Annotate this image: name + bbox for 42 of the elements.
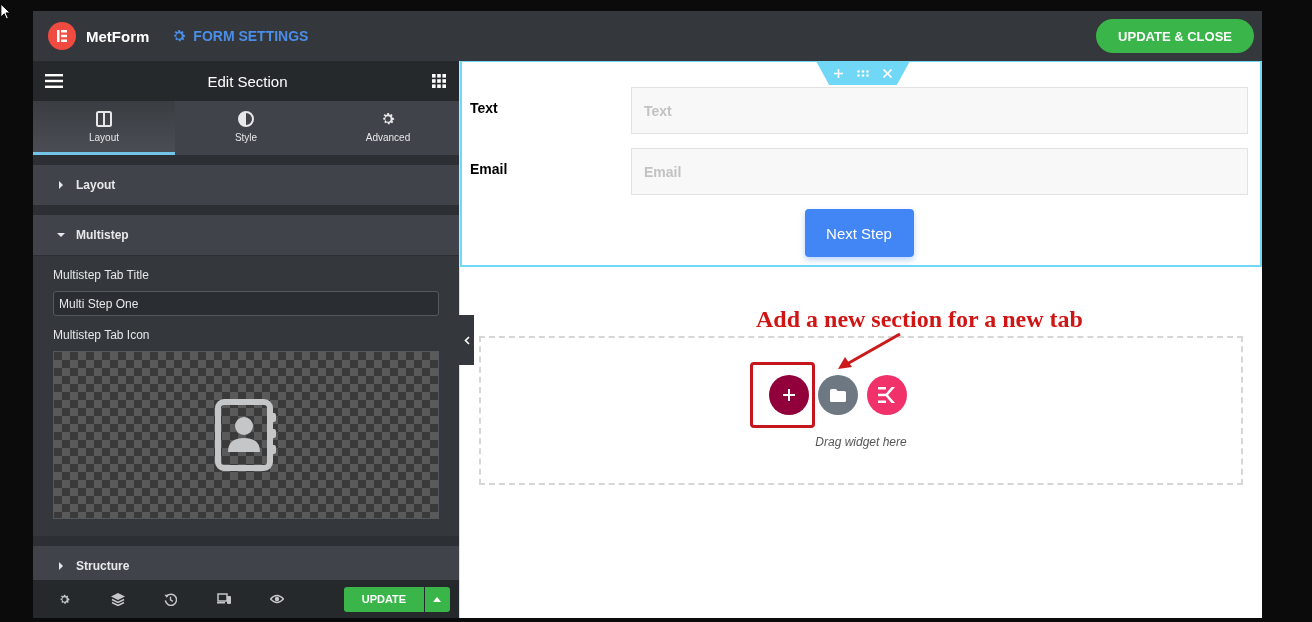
logo-icon xyxy=(48,22,76,50)
field-label: Multistep Tab Title xyxy=(53,268,150,282)
next-step-button[interactable]: Next Step xyxy=(804,209,914,257)
caret-icon xyxy=(433,596,442,602)
caret-icon xyxy=(57,562,65,570)
folder-icon xyxy=(829,388,846,402)
icon-picker[interactable] xyxy=(53,351,439,519)
settings-icon xyxy=(171,28,188,44)
settings-icon xyxy=(380,110,396,127)
caret-icon xyxy=(57,231,65,239)
contrast-icon xyxy=(238,110,254,127)
history-icon[interactable] xyxy=(164,592,178,606)
columns-icon xyxy=(96,110,112,127)
form-settings-link[interactable]: FORM SETTINGS xyxy=(171,28,309,44)
collapse-panel-handle[interactable] xyxy=(459,315,474,365)
settings-icon[interactable] xyxy=(58,592,71,606)
chevron-icon xyxy=(463,335,470,345)
update-options-button[interactable] xyxy=(424,586,450,612)
text-field[interactable]: Multi Step One xyxy=(53,291,439,316)
template-library-button[interactable] xyxy=(817,375,858,415)
add-section-button[interactable] xyxy=(768,375,809,415)
layers-icon[interactable] xyxy=(110,592,125,606)
panel-tab[interactable]: Layout xyxy=(33,101,175,155)
annotation-text: Add a new section for a new tab xyxy=(756,306,1083,333)
caret-icon xyxy=(57,181,65,189)
addon-button[interactable] xyxy=(866,375,907,415)
drop-hint: Drag widget here xyxy=(815,435,907,449)
annotation-arrow xyxy=(837,333,901,371)
eye-icon[interactable] xyxy=(270,594,285,604)
panel-title: Edit Section xyxy=(207,72,288,90)
form-label: Email xyxy=(470,160,509,177)
form-label: Text xyxy=(470,99,499,116)
menu-icon[interactable] xyxy=(45,74,63,88)
grid-icon[interactable] xyxy=(432,74,446,88)
field-label: Multistep Tab Icon xyxy=(53,328,151,342)
brand-name: MetForm xyxy=(86,27,150,45)
contact-book-icon xyxy=(215,399,277,471)
panel-tab[interactable]: Advanced xyxy=(317,101,459,155)
add-icon xyxy=(782,389,795,401)
panel-tab[interactable]: Style xyxy=(175,101,317,155)
devices-icon[interactable] xyxy=(216,593,231,605)
ek-logo-icon xyxy=(877,387,896,403)
